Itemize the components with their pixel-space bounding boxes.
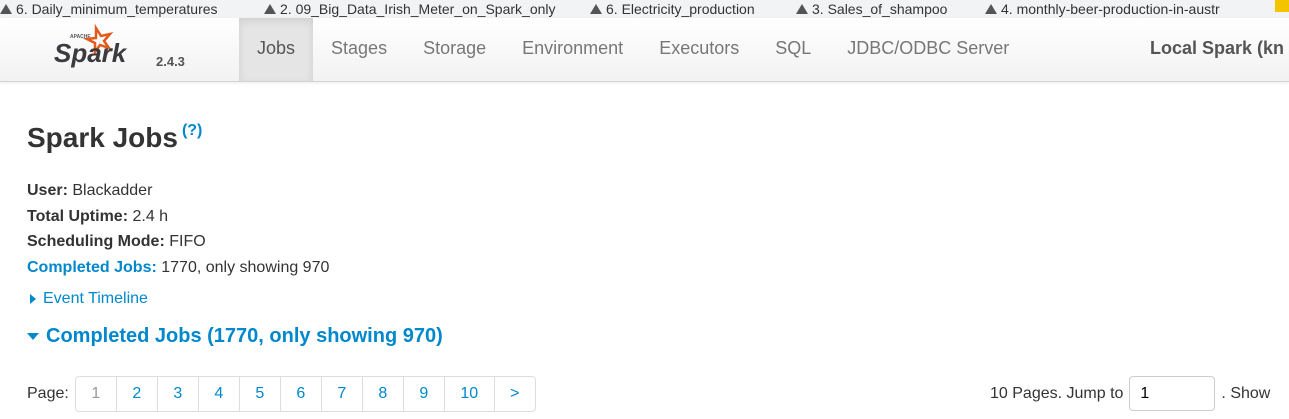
page-8[interactable]: 8 <box>361 377 403 411</box>
next-page-button[interactable]: > <box>493 377 535 411</box>
version-label: 2.4.3 <box>156 54 185 69</box>
uptime-info: Total Uptime: 2.4 h <box>27 207 169 225</box>
bookmark[interactable]: 6. Electricity_production <box>590 0 755 18</box>
scheduling-mode-info: Scheduling Mode: FIFO <box>27 233 206 250</box>
jump-page-input[interactable] <box>1129 376 1216 411</box>
job-summary: User: Blackadder Total Uptime: 2.4 h Sch… <box>27 178 329 280</box>
bookmark-icon <box>0 4 12 14</box>
bookmark-icon <box>590 4 602 14</box>
caret-right-icon <box>30 293 36 304</box>
page-3[interactable]: 3 <box>156 377 198 411</box>
page-1[interactable]: 1 <box>76 377 116 411</box>
completed-jobs-toggle[interactable]: Completed Jobs (1770, only showing 970) <box>27 325 443 348</box>
tab-executors[interactable]: Executors <box>641 18 757 81</box>
bookmark-icon <box>796 4 808 14</box>
nav-tabs: Jobs Stages Storage Environment Executor… <box>239 18 1027 81</box>
tab-jdbc-odbc-server[interactable]: JDBC/ODBC Server <box>829 18 1027 81</box>
bookmark[interactable]: 2. 09_Big_Data_Irish_Meter_on_Spark_only <box>264 0 556 18</box>
tab-jobs[interactable]: Jobs <box>239 18 314 81</box>
spark-logo[interactable]: APACHE Spark <box>52 24 152 72</box>
bookmark[interactable]: 3. Sales_of_shampoo <box>796 0 947 18</box>
pagination: Page: 1 2 3 4 5 6 7 8 9 10 > <box>27 376 536 412</box>
page-title: Spark Jobs (?) <box>27 122 203 153</box>
navbar: APACHE Spark 2.4.3 Jobs Stages Storage E… <box>0 18 1289 82</box>
completed-jobs-info: Completed Jobs: 1770, only showing 970 <box>27 258 330 276</box>
bookmark-icon <box>264 4 276 14</box>
user-info: User: Blackadder <box>27 182 153 199</box>
svg-text:Spark: Spark <box>54 38 128 68</box>
bookmark-icon <box>985 4 997 14</box>
app-name: Local Spark (kn <box>1150 38 1285 58</box>
extension-icon[interactable] <box>1275 0 1289 12</box>
caret-down-icon <box>27 333 39 341</box>
page-2[interactable]: 2 <box>115 377 157 411</box>
tab-sql[interactable]: SQL <box>757 18 829 81</box>
tab-storage[interactable]: Storage <box>405 18 504 81</box>
page-links: 1 2 3 4 5 6 7 8 9 10 > <box>74 376 536 412</box>
page-7[interactable]: 7 <box>320 377 362 411</box>
page-10[interactable]: 10 <box>443 377 494 411</box>
page-6[interactable]: 6 <box>279 377 321 411</box>
page-9[interactable]: 9 <box>402 377 444 411</box>
page-4[interactable]: 4 <box>197 377 239 411</box>
tab-environment[interactable]: Environment <box>504 18 641 81</box>
event-timeline-toggle[interactable]: Event Timeline <box>30 290 148 308</box>
tab-stages[interactable]: Stages <box>313 18 405 81</box>
bookmarks-bar: 6. Daily_minimum_temperatures 2. 09_Big_… <box>0 0 1289 18</box>
help-link[interactable]: (?) <box>182 122 202 139</box>
completed-jobs-link[interactable]: Completed Jobs: <box>27 259 157 276</box>
jump-to-page: 10 Pages. Jump to . Show <box>990 376 1270 411</box>
bookmark[interactable]: 4. monthly-beer-production-in-austr <box>985 0 1220 18</box>
bookmark[interactable]: 6. Daily_minimum_temperatures <box>0 0 218 18</box>
page-5[interactable]: 5 <box>238 377 280 411</box>
